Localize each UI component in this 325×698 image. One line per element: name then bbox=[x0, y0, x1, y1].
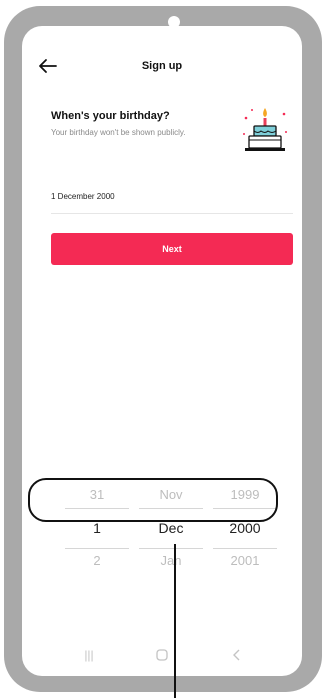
screen: Sign up When's your birthday? Your birth… bbox=[22, 26, 302, 676]
back-chevron-icon[interactable] bbox=[222, 644, 252, 666]
year-next[interactable]: 2001 bbox=[208, 550, 282, 572]
callout-line bbox=[174, 544, 176, 698]
birthday-cake-icon bbox=[243, 108, 287, 151]
page-title: Sign up bbox=[141, 60, 183, 72]
month-next[interactable]: Jan bbox=[134, 550, 208, 572]
home-icon[interactable] bbox=[147, 644, 177, 666]
month-divider-bottom bbox=[139, 548, 203, 549]
day-next[interactable]: 2 bbox=[60, 550, 134, 572]
recent-apps-icon[interactable]: ||| bbox=[74, 644, 104, 666]
selected-date-highlight bbox=[28, 478, 278, 522]
system-nav-bar: ||| bbox=[22, 644, 302, 666]
day-divider-bottom bbox=[65, 548, 129, 549]
next-button[interactable]: Next bbox=[51, 233, 293, 265]
birthday-question: When's your birthday? bbox=[51, 110, 170, 122]
year-divider-bottom bbox=[213, 548, 277, 549]
birthday-date-field[interactable]: 1 December 2000 bbox=[51, 191, 293, 214]
birthday-hint: Your birthday won't be shown publicly. bbox=[51, 128, 186, 137]
